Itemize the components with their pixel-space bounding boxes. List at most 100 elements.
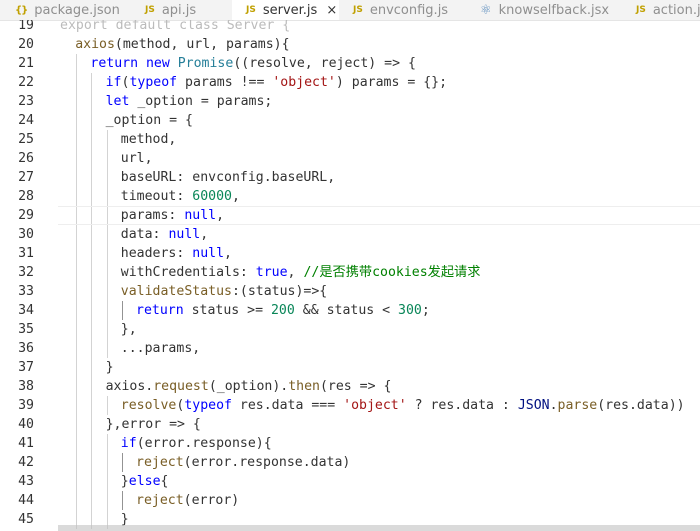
code-line[interactable]: reject(error.response.data) [52,453,700,472]
indent-guide [106,225,108,244]
code-token: let [105,94,130,109]
code-line[interactable]: return new Promise((resolve, reject) => … [52,54,700,73]
code-token: baseURL: envconfig.baseURL, [120,170,336,185]
code-line[interactable]: _option = { [52,111,700,130]
indent-guide [106,396,108,415]
code-token: status >= [183,303,271,318]
code-token: if [120,436,137,451]
code-line[interactable]: if(error.response){ [52,434,700,453]
tab-envconfig-js[interactable]: JS envconfig.js [339,0,466,20]
code-token: , [231,189,240,204]
line-number: 38 [18,379,34,394]
indent-guide [106,130,108,149]
code-line[interactable]: } [52,358,700,377]
tab-package-json[interactable]: {} package.json [0,0,131,20]
code-token: ((resolve, reject) => { [233,56,416,71]
code-token: (error.response){ [136,436,272,451]
code-line[interactable]: reject(error) [52,491,700,510]
code-token: export default class Server { [60,20,291,33]
line-number: 28 [18,189,34,204]
code-token: axios [75,37,115,52]
code-token: 300 [398,303,422,318]
code-line[interactable]: headers: null, [52,244,700,263]
code-token: null [192,246,225,261]
code-line[interactable]: url, [52,149,700,168]
code-token: res.data === [231,398,344,413]
indent-guide [91,434,93,453]
code-token: ...params, [120,341,201,356]
line-number: 44 [18,493,34,508]
indent-guide [76,263,78,282]
line-number: 35 [18,322,34,337]
code-line[interactable]: return status >= 200 && status < 300; [52,301,700,320]
indent-guide [76,92,78,111]
indent-guide [91,358,93,377]
line-number: 19 [18,20,34,33]
code-line[interactable]: },error => { [52,415,700,434]
code-area[interactable]: export default class Server { axios(metho… [52,20,700,531]
line-number: 21 [18,56,34,71]
code-token: parse [557,398,598,413]
line-number: 39 [18,398,34,413]
horizontal-scrollbar[interactable] [58,525,700,531]
code-token: return new [90,56,178,71]
tab-label: envconfig.js [369,2,449,18]
tab-api-js[interactable]: JS api.js [131,0,232,20]
code-line[interactable]: if(typeof params !== 'object') params = … [52,73,700,92]
code-line[interactable]: timeout: 60000, [52,187,700,206]
code-token: validateStatus [120,284,232,299]
code-line[interactable]: axios(method, url, params){ [52,35,700,54]
tab-server-js[interactable]: JS server.js × [232,0,339,20]
indent-guide [76,358,78,377]
indent-guide [106,491,108,510]
code-token: 'object' [343,398,407,413]
tab-label: knowselfback.jsx [498,2,610,18]
code-line[interactable]: let _option = params; [52,92,700,111]
code-token: { [160,474,169,489]
indent-guide [91,472,93,491]
tab-label: action.js [652,2,700,18]
code-line[interactable]: withCredentials: true, //是否携带cookies发起请求 [52,263,700,282]
code-token: timeout: [120,189,193,204]
code-line[interactable]: }, [52,320,700,339]
tab-action-js[interactable]: JS action.js [622,0,700,20]
indent-guide [91,301,93,320]
indent-guide [76,301,78,320]
tab-label: package.json [34,2,120,18]
close-icon[interactable]: × [326,3,337,18]
code-token: method, [120,132,177,147]
tab-knowselfback-jsx[interactable]: ⚛ knowselfback.jsx [466,0,622,20]
code-token: typeof [184,398,232,413]
indent-guide [106,453,108,472]
line-number: 40 [18,417,34,432]
code-token: 'object' [272,75,336,90]
indent-guide [76,396,78,415]
code-line[interactable]: method, [52,130,700,149]
code-token: _option = { [105,113,193,128]
code-line[interactable]: axios.request(_option).then(res => { [52,377,700,396]
indent-guide [106,244,108,263]
code-line[interactable]: data: null, [52,225,700,244]
code-token: , [200,227,209,242]
code-token: _option = params; [129,94,273,109]
indent-guide [91,244,93,263]
indent-guide [91,263,93,282]
code-line[interactable]: baseURL: envconfig.baseURL, [52,168,700,187]
code-line[interactable]: }else{ [52,472,700,491]
indent-guide [106,301,108,320]
indent-guide [76,149,78,168]
code-token: } [105,360,114,375]
code-token: ; [421,303,430,318]
code-token: //是否携带cookies发起请求 [303,265,481,280]
code-line[interactable]: ...params, [52,339,700,358]
code-token: JSON [517,398,550,413]
code-token: (method, url, params){ [114,37,290,52]
code-line[interactable]: export default class Server { [52,20,700,35]
code-token: (res => { [319,379,392,394]
indent-guide [91,130,93,149]
code-line[interactable]: validateStatus:(status)=>{ [52,282,700,301]
code-line[interactable]: resolve(typeof res.data === 'object' ? r… [52,396,700,415]
indent-guide [106,263,108,282]
code-editor[interactable]: 19 20 21 22 23 24 25 26 27 28 29 30 31 32 33 34 35 36 37 38… [0,20,700,531]
indent-guide [91,187,93,206]
